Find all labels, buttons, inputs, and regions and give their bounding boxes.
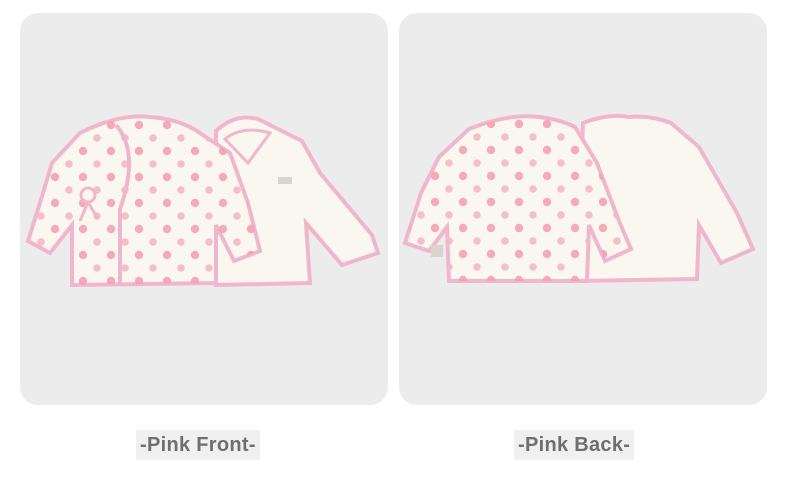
brand-label xyxy=(278,177,292,184)
product-photo-front xyxy=(20,13,388,405)
caption-pink-front: -Pink Front- xyxy=(136,430,260,460)
back-garments-illustration xyxy=(402,113,756,284)
care-tag xyxy=(431,245,443,257)
front-garments-illustration xyxy=(25,114,381,288)
product-photo-back xyxy=(399,13,767,405)
caption-pink-back: -Pink Back- xyxy=(514,430,635,460)
